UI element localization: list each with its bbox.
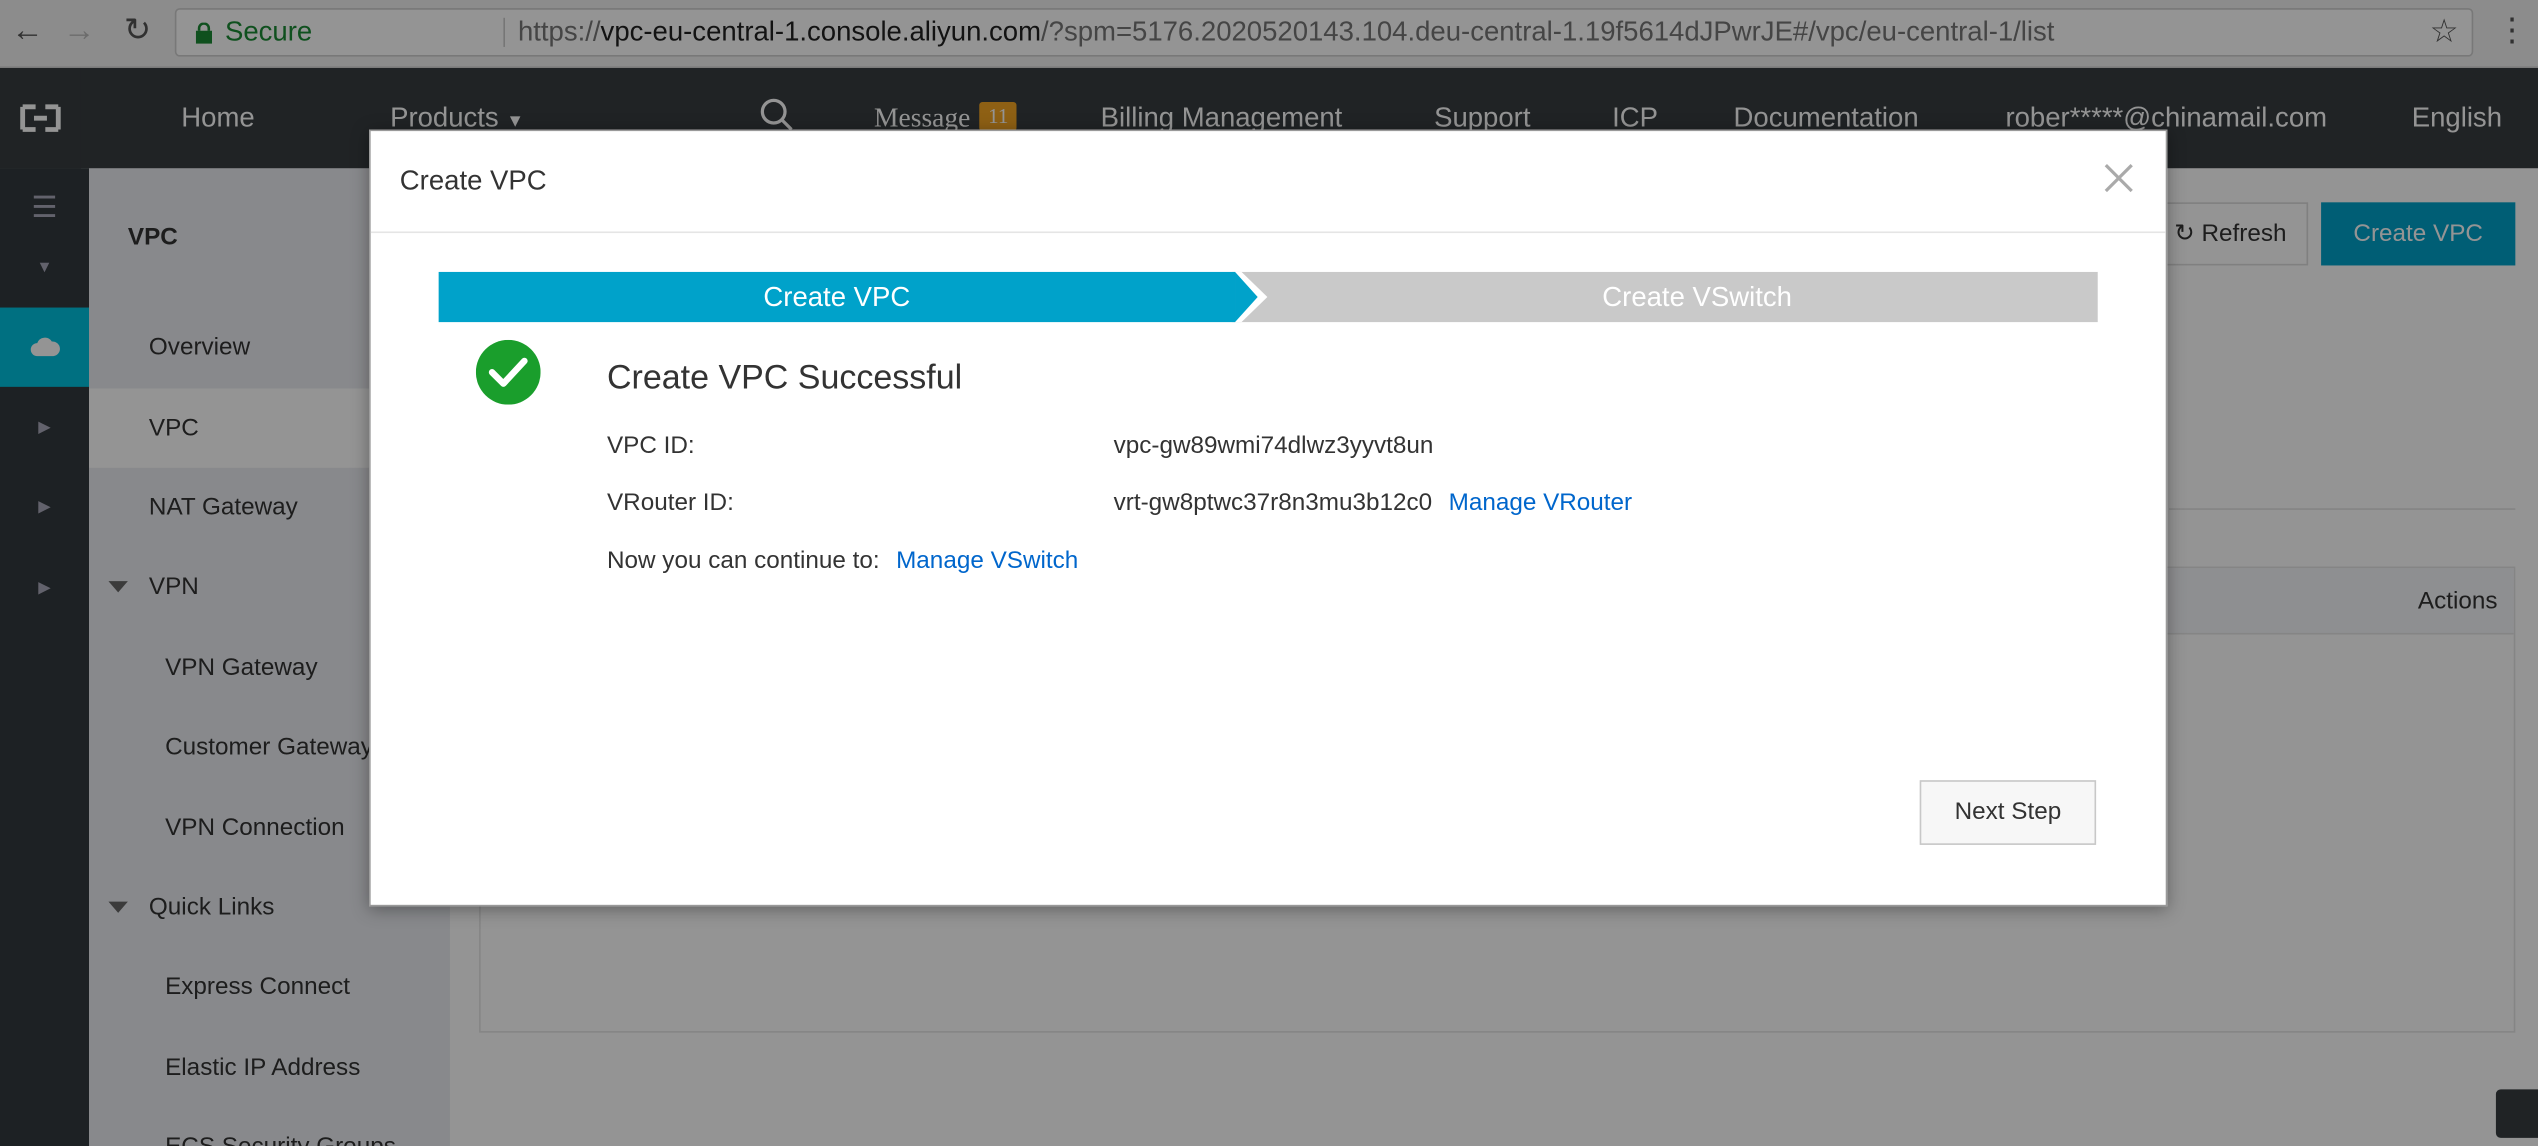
manage-vswitch-link[interactable]: Manage VSwitch	[896, 547, 1078, 575]
next-step-button[interactable]: Next Step	[1919, 780, 2097, 845]
vrouter-id-row: vrt-gw8ptwc37r8n3mu3b12c0 Manage VRouter	[1114, 489, 1633, 517]
success-title: Create VPC Successful	[606, 359, 963, 397]
continue-row: Now you can continue to: Manage VSwitch	[607, 547, 1078, 575]
step-arrow-icon	[1235, 271, 1258, 323]
close-icon[interactable]	[2101, 160, 2137, 196]
vpc-id-value: vpc-gw89wmi74dlwz3yyvt8un	[1113, 432, 1434, 460]
manage-vrouter-link[interactable]: Manage VRouter	[1449, 489, 1633, 517]
dialog-title: Create VPC	[399, 165, 547, 196]
wizard-steps: Create VSwitch Create VPC	[438, 271, 2098, 323]
create-vpc-dialog: Create VPC Create VSwitch Create VPC Cre…	[369, 129, 2168, 907]
vpc-id-label: VPC ID:	[606, 432, 695, 460]
step-create-vpc: Create VPC	[438, 271, 1236, 323]
vrouter-id-label: VRouter ID:	[606, 488, 734, 517]
dialog-header: Create VPC	[370, 131, 2166, 234]
step-create-vswitch: Create VSwitch	[1231, 271, 2098, 323]
check-circle-icon	[475, 339, 541, 405]
continue-label: Now you can continue to:	[606, 547, 880, 575]
vrouter-id-value: vrt-gw8ptwc37r8n3mu3b12c0	[1113, 488, 1433, 517]
